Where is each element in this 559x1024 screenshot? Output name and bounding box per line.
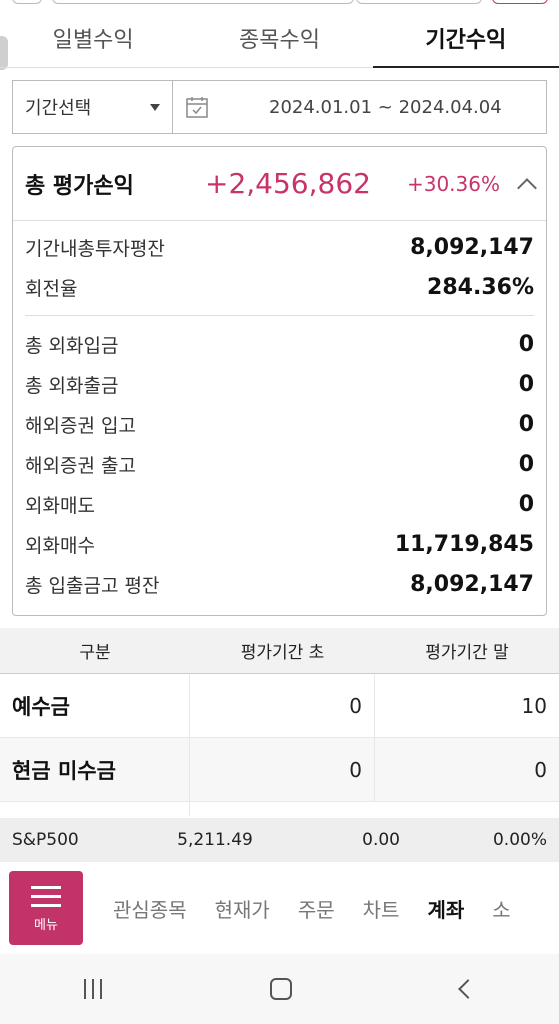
row-label: 해외증권 입고 (25, 414, 136, 437)
row-value: 8,092,147 (410, 571, 534, 597)
summary-row: 해외증권 출고 0 (25, 444, 534, 484)
caret-down-icon (150, 103, 160, 111)
nav-chart[interactable]: 차트 (363, 894, 400, 923)
row-value: 0 (518, 331, 534, 357)
row-value: 0 (518, 451, 534, 477)
header-period-end: 평가기간 말 (425, 643, 509, 663)
balance-table: 구분 평가기간 초 평가기간 말 예수금 0 10 현금 미수금 0 0 (0, 628, 559, 816)
period-selector: 기간선택 2024.01.01 ~ 2024.04.04 (12, 80, 547, 134)
row-end-value: 0 (534, 757, 547, 782)
hamburger-icon (31, 895, 61, 898)
hamburger-icon (31, 886, 61, 889)
summary-title: 총 평가손익 (25, 173, 134, 199)
tab-bar: 일별수익 종목수익 기간수익 (0, 8, 559, 68)
row-label: 외화매도 (25, 494, 95, 517)
summary-row: 외화매도 0 (25, 484, 534, 524)
summary-percent: +30.36% (406, 171, 500, 196)
ticker-price: 5,211.49 (177, 830, 253, 850)
summary-amount: +2,456,862 (205, 167, 371, 200)
row-label: 총 외화입금 (25, 334, 119, 357)
menu-button[interactable]: 메뉴 (9, 871, 83, 945)
nav-account[interactable]: 계좌 (427, 894, 464, 923)
summary-card: 총 평가손익 +2,456,862 +30.36% 기간내총투자평잔 8,092… (12, 146, 547, 616)
ticker-name: S&P500 (12, 830, 79, 850)
tab-period-profit[interactable]: 기간수익 (372, 8, 559, 68)
top-input[interactable] (52, 0, 354, 4)
menu-label: 메뉴 (34, 918, 58, 933)
top-button-3[interactable] (492, 0, 548, 4)
nav-order[interactable]: 주문 (298, 894, 335, 923)
tab-daily-profit[interactable]: 일별수익 (0, 8, 186, 67)
nav-more[interactable]: 소 (492, 894, 510, 923)
row-start-value: 0 (190, 674, 375, 737)
summary-row: 외화매수 11,719,845 (25, 524, 534, 564)
row-category: 현금 미수금 (0, 738, 190, 801)
row-label: 총 입출금고 평잔 (25, 574, 160, 597)
system-navigation-bar (0, 954, 559, 1024)
table-row-partial (0, 802, 559, 816)
hamburger-icon (31, 904, 61, 907)
ticker-change: 0.00 (362, 830, 400, 850)
recent-apps-icon[interactable] (84, 979, 103, 999)
row-label: 총 외화출금 (25, 374, 119, 397)
tab-stock-profit[interactable]: 종목수익 (186, 8, 372, 67)
date-range-field[interactable]: 2024.01.01 ~ 2024.04.04 (173, 81, 546, 133)
table-row: 현금 미수금 0 0 (0, 738, 559, 802)
period-dropdown-label: 기간선택 (25, 98, 92, 119)
row-label: 기간내총투자평잔 (25, 237, 165, 260)
row-category: 예수금 (0, 674, 190, 737)
row-value: 284.36% (427, 274, 534, 300)
header-period-start: 평가기간 초 (240, 643, 325, 663)
nav-watchlist[interactable]: 관심종목 (113, 894, 187, 923)
row-label: 해외증권 출고 (25, 454, 136, 477)
summary-row: 총 입출금고 평잔 8,092,147 (25, 564, 534, 604)
divider (25, 315, 534, 316)
home-icon[interactable] (270, 978, 293, 1000)
row-value: 11,719,845 (394, 531, 534, 557)
back-icon[interactable] (457, 979, 478, 999)
ticker-percent: 0.00% (492, 830, 547, 850)
summary-row: 총 외화입금 0 (25, 324, 534, 364)
row-partial-cell (0, 802, 190, 816)
summary-row: 총 외화출금 0 (25, 364, 534, 404)
summary-row: 해외증권 입고 0 (25, 404, 534, 444)
row-label: 회전율 (25, 277, 78, 300)
index-ticker[interactable]: S&P500 5,211.49 0.00 0.00% (0, 818, 559, 862)
row-value: 0 (518, 411, 534, 437)
summary-rows: 기간내총투자평잔 8,092,147 회전율 284.36% 총 외화입금 0 … (13, 221, 546, 604)
row-start-value: 0 (190, 738, 375, 801)
chevron-up-icon[interactable] (517, 177, 537, 198)
row-value: 8,092,147 (410, 234, 534, 260)
row-value: 0 (518, 371, 534, 397)
top-toolbar-remnant (0, 0, 559, 6)
summary-row: 기간내총투자평잔 8,092,147 (25, 227, 534, 267)
nav-items: 관심종목 현재가 주문 차트 계좌 소 (113, 894, 539, 923)
summary-row: 회전율 284.36% (25, 267, 534, 307)
table-row: 예수금 0 10 (0, 674, 559, 738)
calendar-icon (186, 97, 208, 118)
period-dropdown[interactable]: 기간선택 (13, 81, 173, 133)
row-end-value: 10 (521, 693, 547, 718)
bottom-nav: 메뉴 관심종목 현재가 주문 차트 계좌 소 (0, 862, 559, 954)
row-label: 외화매수 (25, 534, 95, 557)
date-range-text: 2024.01.01 ~ 2024.04.04 (269, 96, 502, 118)
table-header: 구분 평가기간 초 평가기간 말 (0, 628, 559, 674)
nav-current-price[interactable]: 현재가 (215, 894, 270, 923)
row-value: 0 (518, 491, 534, 517)
header-category: 구분 (79, 643, 111, 663)
top-button-1[interactable] (12, 0, 42, 4)
summary-header[interactable]: 총 평가손익 +2,456,862 +30.36% (13, 147, 546, 221)
top-button-2[interactable] (356, 0, 482, 4)
